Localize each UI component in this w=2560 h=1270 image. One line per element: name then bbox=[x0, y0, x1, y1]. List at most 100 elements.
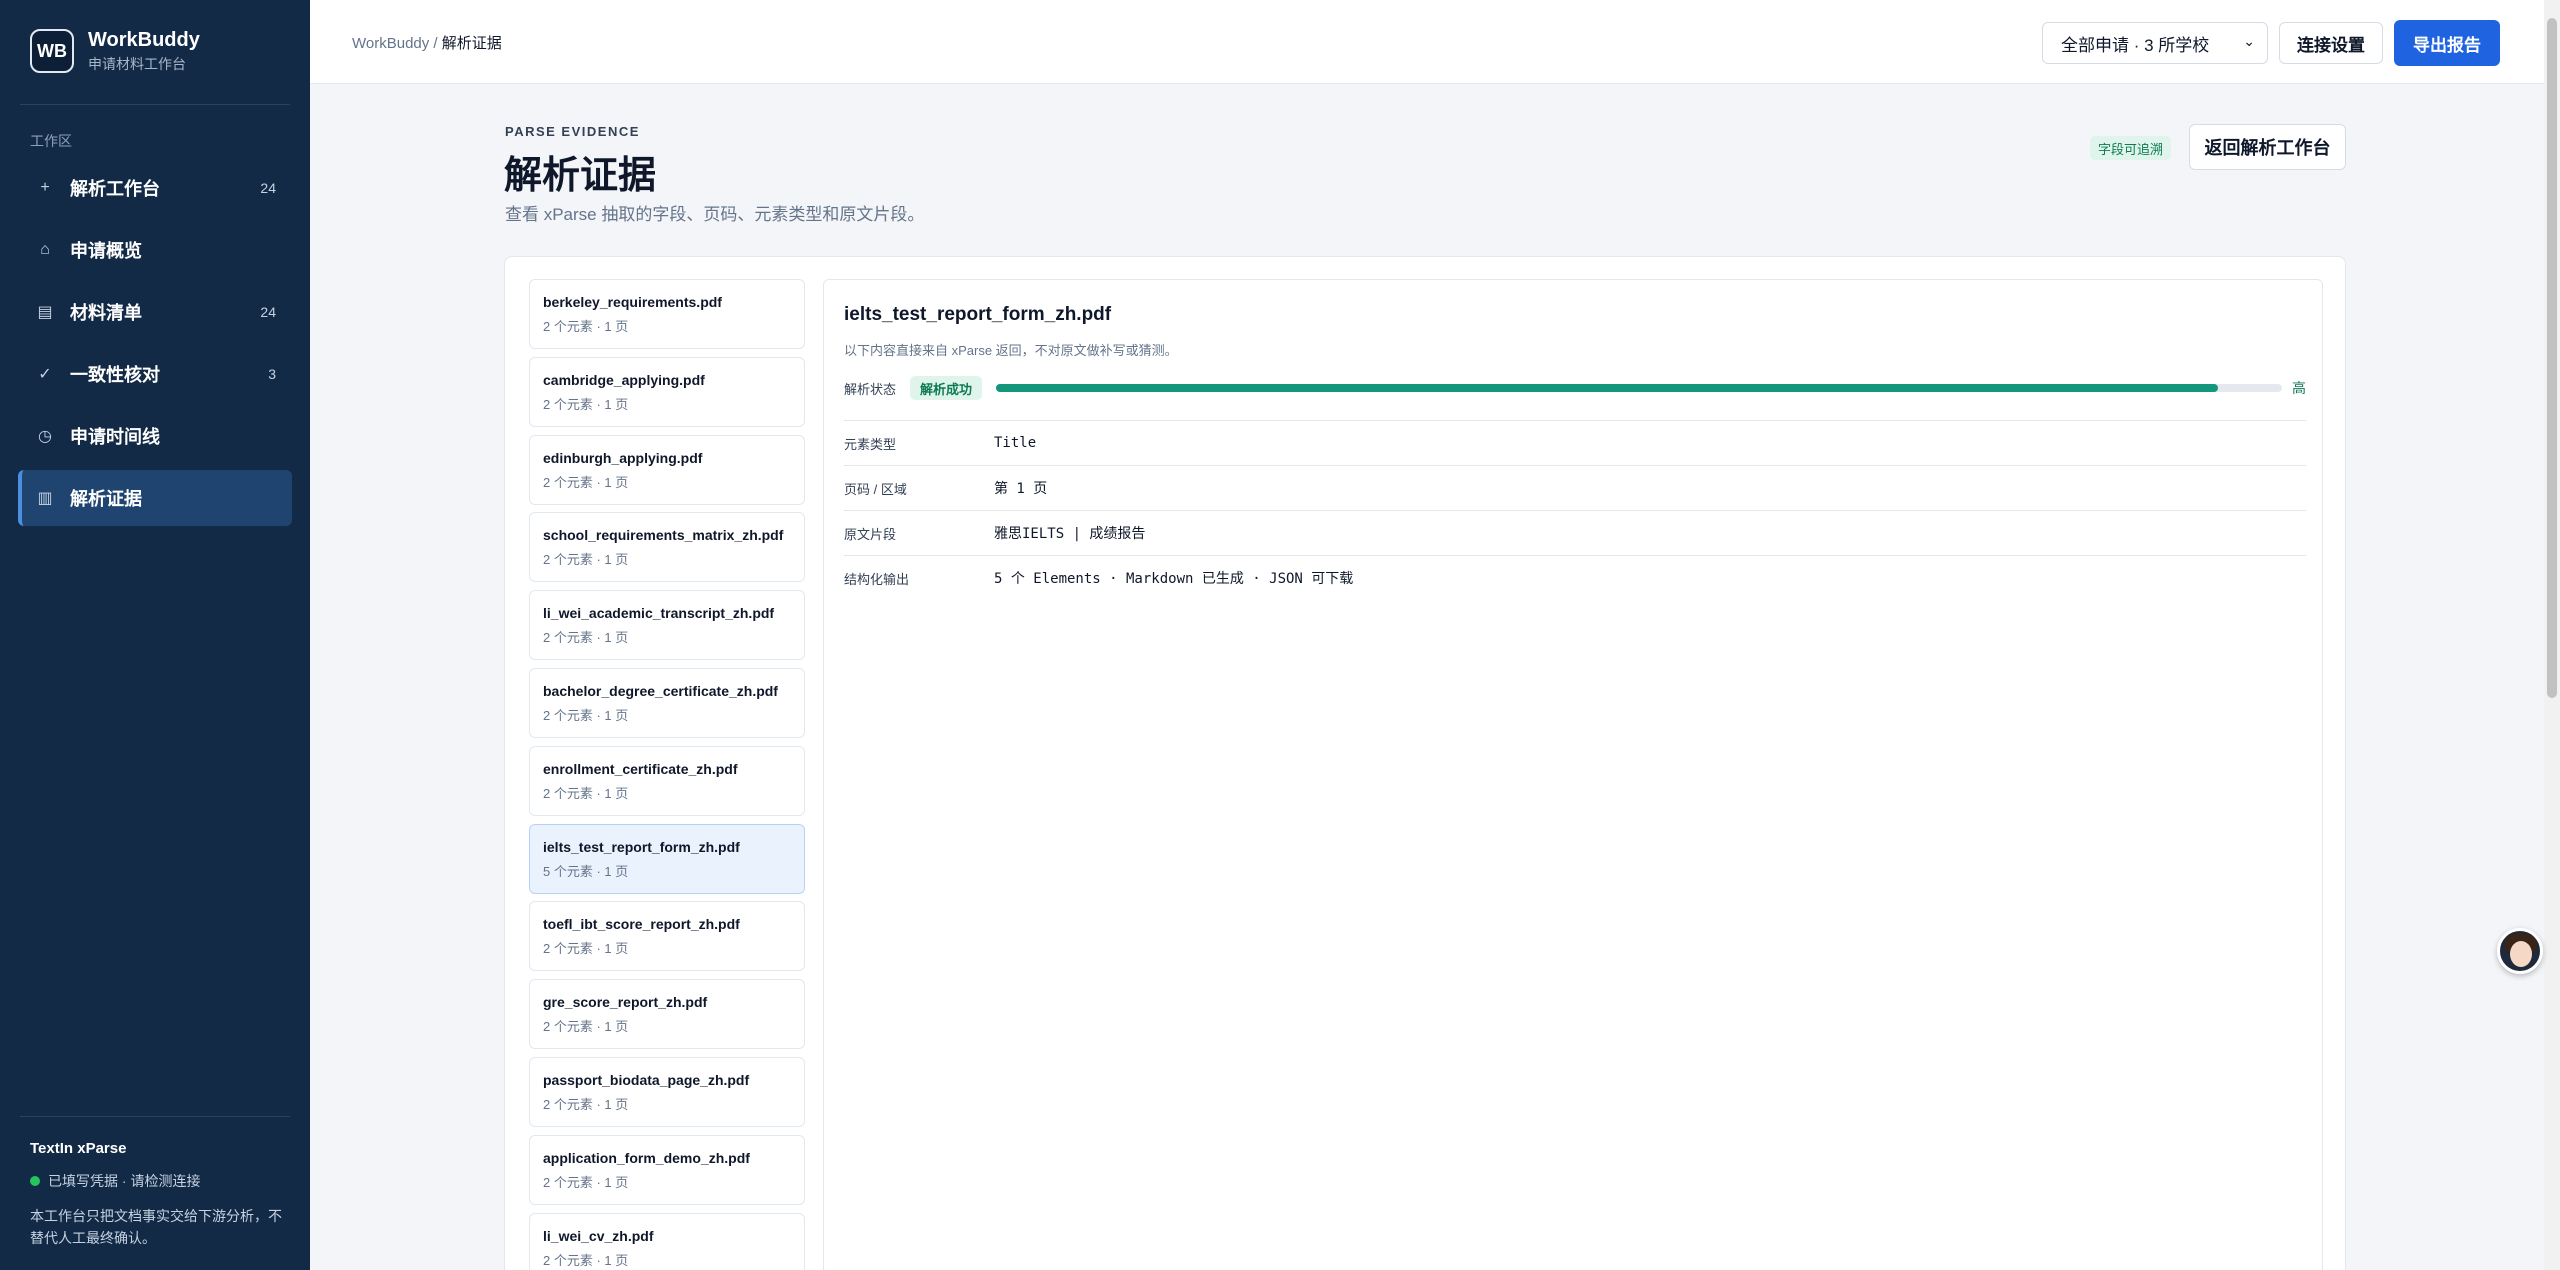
evidence-panel: berkeley_requirements.pdf 2 个元素 · 1 页 camb… bbox=[504, 256, 2346, 1270]
sidebar-item[interactable]: + 解析工作台 24 bbox=[18, 160, 292, 216]
confidence-label: 高 bbox=[2292, 380, 2306, 396]
sidebar-item-label: 解析证据 bbox=[70, 489, 142, 509]
file-meta: 2 个元素 · 1 页 bbox=[543, 552, 629, 568]
evidence-key: 元素类型 bbox=[844, 436, 897, 452]
plus-icon: + bbox=[40, 179, 50, 196]
avatar-face bbox=[2510, 941, 2532, 967]
app-subtitle: 申请材料工作台 bbox=[88, 56, 186, 72]
page-eyebrow: PARSE EVIDENCE bbox=[505, 124, 640, 139]
file-card[interactable]: berkeley_requirements.pdf 2 个元素 · 1 页 bbox=[529, 279, 805, 349]
sidebar: WB WorkBuddy 申请材料工作台 工作区 + 解析工作台 24 ⌂ 申请概览 ▤ 材… bbox=[0, 0, 310, 1270]
sidebar-item-count: 24 bbox=[260, 180, 276, 196]
file-card[interactable]: passport_biodata_page_zh.pdf 2 个元素 · 1 页 bbox=[529, 1056, 805, 1127]
sidebar-divider bbox=[20, 1116, 290, 1117]
file-card[interactable]: application_form_demo_zh.pdf 2 个元素 · 1 页 bbox=[529, 1134, 805, 1205]
file-name: li_wei_cv_zh.pdf bbox=[543, 1227, 654, 1244]
sidebar-item[interactable]: ⌂ 申请概览 bbox=[18, 222, 292, 278]
evidence-row: 页码 / 区域 第 1 页 bbox=[844, 465, 2306, 510]
sidebar-item[interactable]: ▥ 解析证据 bbox=[18, 470, 292, 526]
breadcrumb: WorkBuddy / 解析证据 bbox=[352, 32, 502, 53]
select-value: 全部申请 · 3 所学校 bbox=[2061, 35, 2210, 55]
file-meta: 2 个元素 · 1 页 bbox=[543, 319, 629, 334]
file-card[interactable]: enrollment_certificate_zh.pdf 2 个元素 · 1 页 bbox=[529, 745, 805, 816]
breadcrumb-current: 解析证据 bbox=[441, 35, 502, 52]
sidebar-section-label: 工作区 bbox=[30, 133, 72, 149]
file-name: cambridge_applying.pdf bbox=[543, 371, 705, 388]
sidebar-item[interactable]: ◷ 申请时间线 bbox=[18, 408, 292, 464]
chevron-down-icon: ⌄ bbox=[2243, 33, 2255, 49]
app-name: WorkBuddy bbox=[88, 29, 200, 51]
file-name: edinburgh_applying.pdf bbox=[543, 449, 703, 466]
file-name: li_wei_academic_transcript_zh.pdf bbox=[543, 605, 775, 622]
application-filter-select[interactable]: 全部申请 · 3 所学校 ⌄ bbox=[2042, 22, 2268, 64]
file-name: bachelor_degree_certificate_zh.pdf bbox=[543, 682, 778, 699]
connection-settings-button[interactable]: 连接设置 bbox=[2279, 22, 2383, 64]
connection-title: TextIn xParse bbox=[30, 1140, 127, 1157]
evidence-value: Title bbox=[994, 435, 1037, 451]
sidebar-nav: + 解析工作台 24 ⌂ 申请概览 ▤ 材料清单 24 ✓ 一致性核对 3 ◷ 申请时间线 ▥ 解析证据 bbox=[18, 160, 292, 532]
file-meta: 2 个元素 · 1 页 bbox=[543, 396, 629, 412]
topbar: WorkBuddy / 解析证据 全部申请 · 3 所学校 ⌄ 连接设置 导出报… bbox=[310, 0, 2560, 84]
list-icon: ▤ bbox=[37, 304, 53, 321]
evidence-fields: 元素类型 Title 页码 / 区域 第 1 页原文片段 雅思IELTS | 成绩报告结… bbox=[844, 420, 2306, 600]
file-name: toefl_ibt_score_report_zh.pdf bbox=[543, 916, 740, 933]
sidebar-item-label: 申请概览 bbox=[70, 241, 142, 261]
export-report-button[interactable]: 导出报告 bbox=[2394, 20, 2500, 66]
file-name: school_requirements_matrix_zh.pdf bbox=[543, 527, 784, 544]
breadcrumb-root[interactable]: WorkBuddy bbox=[352, 35, 429, 52]
home-icon: ⌂ bbox=[40, 241, 50, 258]
scrollbar-thumb[interactable] bbox=[2547, 18, 2557, 698]
connection-status-text: 已填写凭据 · 请检测连接 bbox=[48, 1173, 201, 1189]
file-card[interactable]: cambridge_applying.pdf 2 个元素 · 1 页 bbox=[529, 356, 805, 427]
page-title: 解析证据 bbox=[504, 155, 657, 197]
evidence-key: 结构化输出 bbox=[844, 571, 910, 587]
detail-title: ielts_test_report_form_zh.pdf bbox=[844, 304, 1112, 325]
traceable-badge: 字段可追溯 bbox=[2090, 136, 2172, 160]
sidebar-item[interactable]: ✓ 一致性核对 3 bbox=[18, 346, 292, 402]
file-card[interactable]: li_wei_cv_zh.pdf 2 个元素 · 1 页 bbox=[529, 1212, 805, 1270]
sidebar-item[interactable]: ▤ 材料清单 24 bbox=[18, 284, 292, 340]
evidence-key: 原文片段 bbox=[844, 526, 897, 542]
evidence-key: 页码 / 区域 bbox=[844, 481, 907, 497]
status-badge: 解析成功 bbox=[910, 376, 983, 400]
file-name: gre_score_report_zh.pdf bbox=[543, 994, 708, 1011]
sidebar-item-count: 3 bbox=[268, 366, 276, 382]
file-meta: 2 个元素 · 1 页 bbox=[543, 785, 629, 801]
sidebar-divider bbox=[20, 104, 290, 105]
evidence-value: 5 个 Elements · Markdown 已生成 · JSON 可下载 bbox=[994, 571, 1354, 587]
check-icon: ✓ bbox=[38, 366, 52, 383]
file-name: ielts_test_report_form_zh.pdf bbox=[543, 838, 740, 855]
page-scrollbar[interactable] bbox=[2544, 0, 2560, 1270]
file-card[interactable]: toefl_ibt_score_report_zh.pdf 2 个元素 · 1 页 bbox=[529, 901, 805, 972]
columns-icon: ▥ bbox=[37, 490, 53, 507]
page-subtitle: 查看 xParse 抽取的字段、页码、元素类型和原文片段。 bbox=[505, 205, 925, 224]
sidebar-item-label: 一致性核对 bbox=[70, 365, 160, 385]
sidebar-item-label: 材料清单 bbox=[70, 303, 142, 323]
brand[interactable]: WB WorkBuddy 申请材料工作台 bbox=[30, 28, 200, 74]
evidence-row: 原文片段 雅思IELTS | 成绩报告 bbox=[844, 510, 2306, 555]
clock-icon: ◷ bbox=[38, 428, 52, 445]
file-meta: 2 个元素 · 1 页 bbox=[543, 1174, 629, 1190]
file-meta: 2 个元素 · 1 页 bbox=[543, 707, 629, 723]
file-card[interactable]: ielts_test_report_form_zh.pdf 5 个元素 · 1 页 bbox=[529, 823, 805, 894]
file-name: enrollment_certificate_zh.pdf bbox=[543, 760, 738, 777]
confidence-bar-fill bbox=[996, 384, 2218, 392]
file-card[interactable]: edinburgh_applying.pdf 2 个元素 · 1 页 bbox=[529, 434, 805, 505]
evidence-value: 雅思IELTS | 成绩报告 bbox=[994, 526, 1146, 542]
app-logo: WB bbox=[30, 29, 74, 73]
file-card[interactable]: li_wei_academic_transcript_zh.pdf 2 个元素 ·… bbox=[529, 590, 805, 661]
file-name: berkeley_requirements.pdf bbox=[543, 294, 722, 310]
file-meta: 2 个元素 · 1 页 bbox=[543, 941, 629, 957]
breadcrumb-separator: / bbox=[429, 35, 442, 52]
confidence-bar bbox=[996, 384, 2282, 392]
back-to-workbench-button[interactable]: 返回解析工作台 bbox=[2189, 124, 2346, 170]
file-card[interactable]: bachelor_degree_certificate_zh.pdf 2 个元素 … bbox=[529, 667, 805, 738]
file-card[interactable]: gre_score_report_zh.pdf 2 个元素 · 1 页 bbox=[529, 979, 805, 1050]
evidence-row: 元素类型 Title bbox=[844, 420, 2306, 465]
assistant-avatar[interactable] bbox=[2497, 928, 2543, 974]
evidence-value: 第 1 页 bbox=[994, 481, 1048, 497]
file-card[interactable]: school_requirements_matrix_zh.pdf 2 个元素 ·… bbox=[529, 512, 805, 583]
status-label: 解析状态 bbox=[844, 381, 897, 397]
evidence-row: 结构化输出 5 个 Elements · Markdown 已生成 · JSON … bbox=[844, 555, 2306, 600]
file-meta: 2 个元素 · 1 页 bbox=[543, 630, 629, 646]
